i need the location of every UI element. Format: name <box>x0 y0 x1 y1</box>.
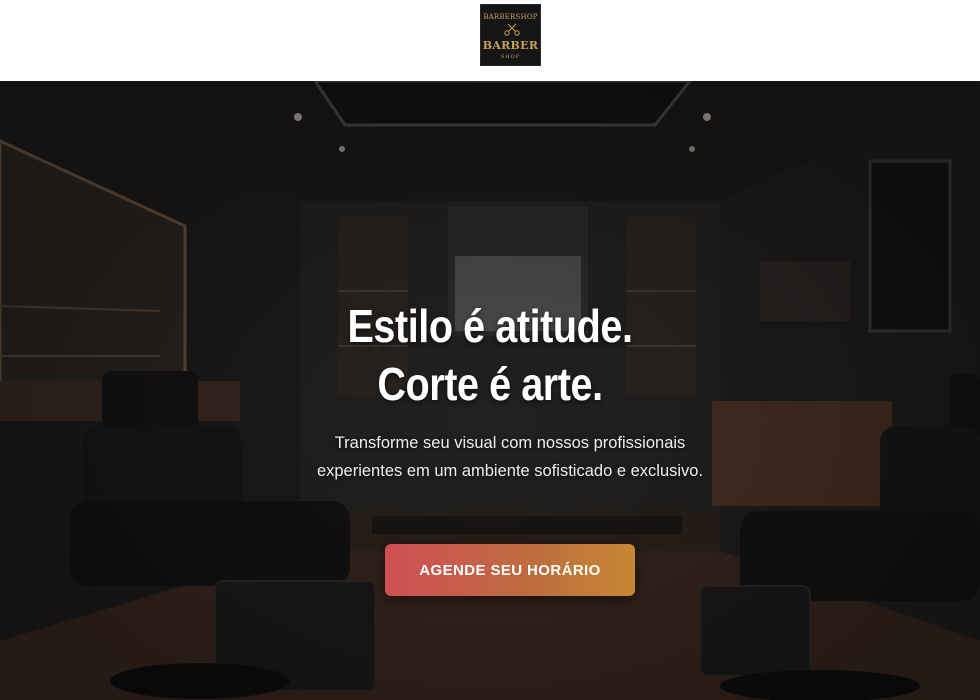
hero-section: Estilo é atitude. Corte é arte. Transfor… <box>0 81 980 700</box>
hero-title-line-1: Estilo é atitude. <box>347 300 633 352</box>
logo-arc-text: BARBERSHOP <box>483 13 538 21</box>
hero-title-line-2: Corte é arte. <box>377 358 603 410</box>
hero-title: Estilo é atitude. Corte é arte. <box>232 297 748 413</box>
scissors-razor-icon <box>504 23 520 36</box>
brand-logo[interactable]: BARBERSHOP BARBER SHOP <box>480 4 541 66</box>
logo-main-text: BARBER <box>482 39 539 52</box>
book-appointment-button[interactable]: AGENDE SEU HORÁRIO <box>385 544 635 596</box>
logo-sub-text: SHOP <box>500 54 521 60</box>
site-header: BARBERSHOP BARBER SHOP <box>0 0 980 81</box>
hero-subtitle: Transforme seu visual com nossos profiss… <box>316 434 704 480</box>
